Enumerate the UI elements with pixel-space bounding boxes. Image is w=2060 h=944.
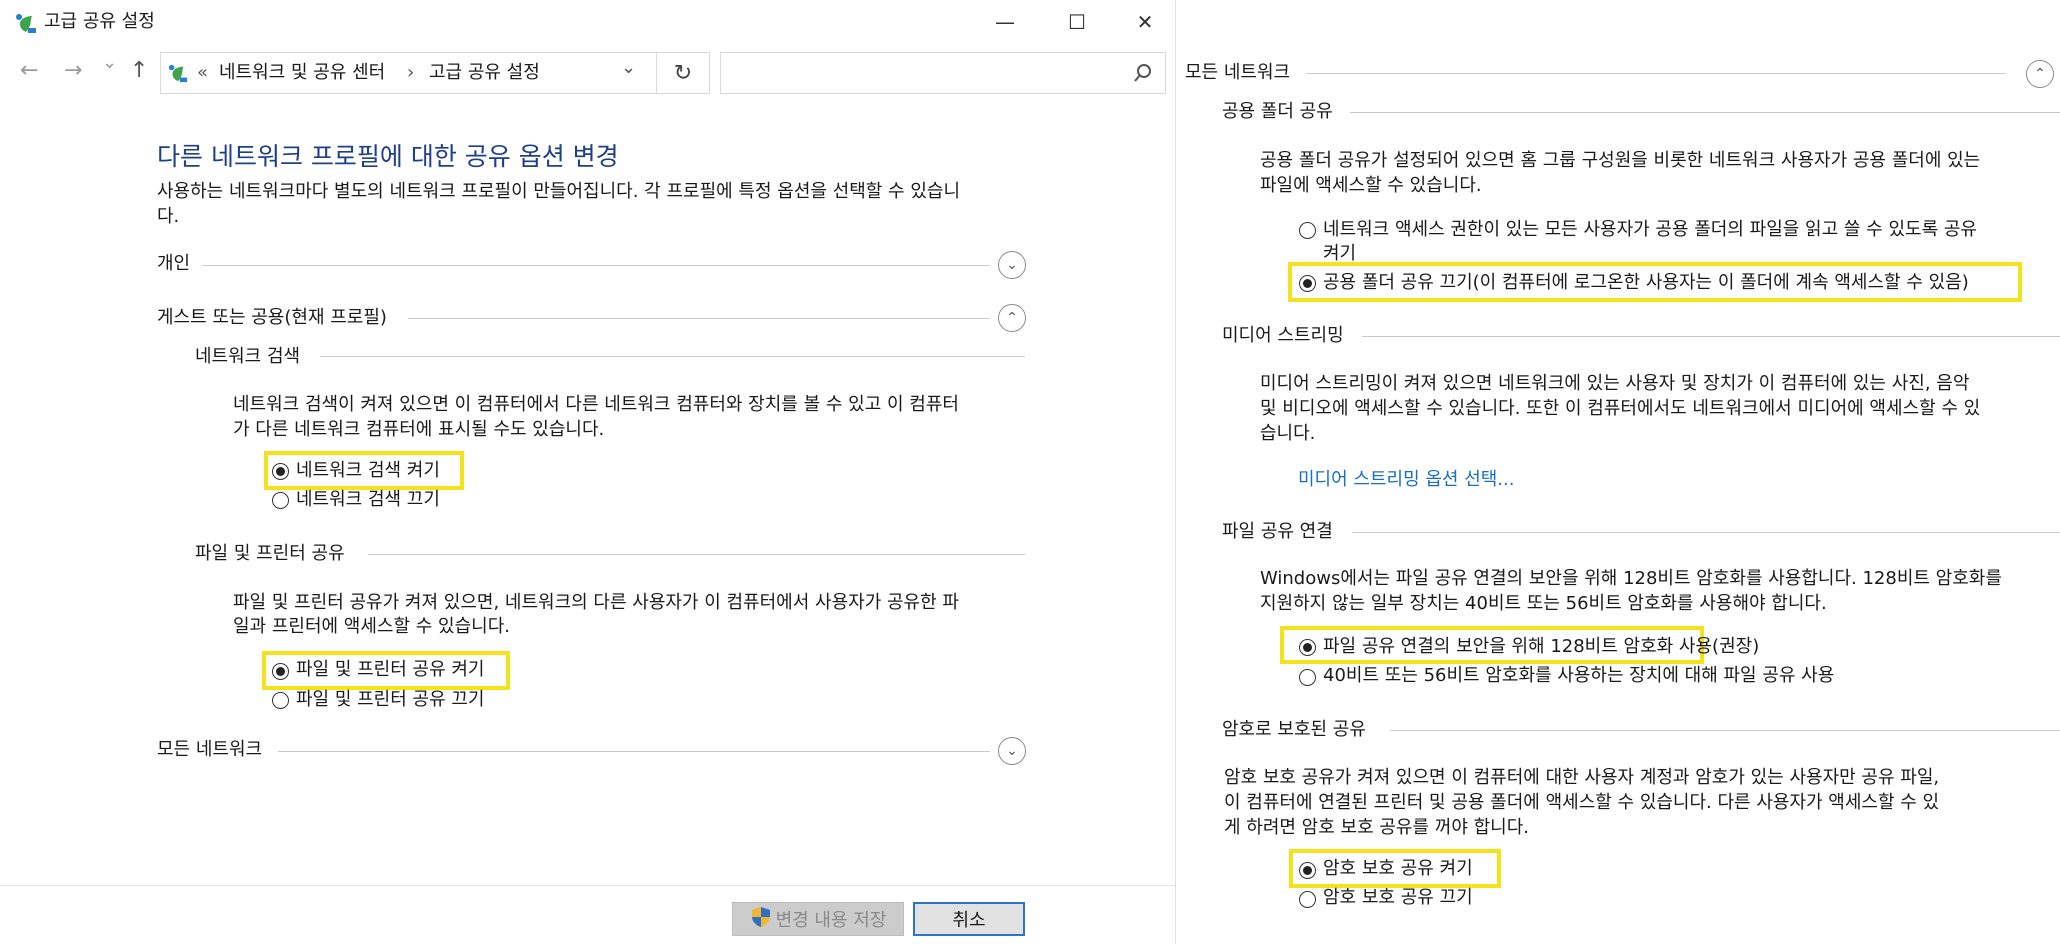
media-streaming-desc2: 및 비디오에 액세스할 수 있습니다. 또한 이 컴퓨터에서도 네트워크에서 미… — [1260, 398, 1981, 419]
address-bar[interactable]: « 네트워크 및 공유 센터 › 고급 공유 설정 ⌄ — [160, 52, 710, 94]
network-discovery-divider — [320, 356, 1025, 357]
encryption-128-radio[interactable] — [1299, 639, 1316, 656]
public-folder-off-label[interactable]: 공용 폴더 공유 끄기(이 컴퓨터에 로그온한 사용자는 이 폴더에 계속 액세… — [1323, 272, 1969, 294]
search-input[interactable] — [720, 52, 1166, 94]
forward-arrow-icon[interactable]: → — [64, 58, 82, 83]
password-sharing-on-radio[interactable] — [1299, 862, 1316, 879]
password-sharing-divider — [1390, 730, 2060, 731]
file-sharing-connections-divider — [1352, 532, 2060, 533]
network-app-icon — [14, 12, 38, 34]
breadcrumb-separator: › — [407, 62, 415, 83]
refresh-icon[interactable]: ↻ — [656, 52, 710, 94]
close-button[interactable]: ✕ — [1115, 0, 1175, 44]
all-networks-divider — [1306, 73, 2006, 74]
private-profile-label[interactable]: 개인 — [157, 253, 190, 275]
password-sharing-off-radio[interactable] — [1299, 891, 1316, 908]
guest-profile-divider — [408, 318, 990, 319]
recent-locations-chevron-icon[interactable]: ⌄ — [102, 52, 117, 73]
address-dropdown-icon[interactable]: ⌄ — [621, 57, 636, 79]
file-printer-sharing-divider — [368, 554, 1025, 555]
expand-chevron-icon[interactable]: ⌄ — [998, 251, 1026, 279]
password-sharing-on-label[interactable]: 암호 보호 공유 켜기 — [1323, 858, 1473, 880]
breadcrumb-advanced-sharing[interactable]: 고급 공유 설정 — [429, 62, 540, 84]
collapse-chevron-icon[interactable]: ⌃ — [998, 304, 1026, 332]
password-sharing-off-label[interactable]: 암호 보호 공유 끄기 — [1323, 887, 1473, 909]
encryption-40-56-label[interactable]: 40비트 또는 56비트 암호화를 사용하는 장치에 대해 파일 공유 사용 — [1323, 665, 1834, 687]
advanced-sharing-window: 고급 공유 설정 — ☐ ✕ ← → ⌄ ↑ « 네트워크 및 공유 센터 › … — [0, 0, 1176, 944]
password-sharing-desc1: 암호 보호 공유가 켜져 있으면 이 컴퓨터에 대한 사용자 계정과 암호가 있… — [1224, 767, 1940, 788]
public-folder-sharing-divider — [1350, 112, 2060, 113]
maximize-button[interactable]: ☐ — [1047, 0, 1107, 44]
network-discovery-on-label[interactable]: 네트워크 검색 켜기 — [296, 460, 440, 482]
media-streaming-title: 미디어 스트리밍 — [1222, 325, 1344, 346]
cancel-button[interactable]: 취소 — [913, 902, 1025, 936]
media-streaming-desc1: 미디어 스트리밍이 켜져 있으면 네트워크에 있는 사용자 및 장치가 이 컴퓨… — [1260, 373, 1970, 394]
media-streaming-divider — [1362, 336, 2060, 337]
file-printer-sharing-off-radio[interactable] — [272, 692, 289, 709]
expand-chevron-icon[interactable]: ⌄ — [998, 737, 1026, 765]
breadcrumb-network-center[interactable]: 네트워크 및 공유 센터 — [219, 62, 385, 84]
password-sharing-desc2: 이 컴퓨터에 연결된 프린터 및 공용 폴더에 액세스할 수 있습니다. 다른 … — [1224, 792, 1940, 813]
all-networks-label[interactable]: 모든 네트워크 — [157, 739, 262, 761]
public-folder-on-label1[interactable]: 네트워크 액세스 권한이 있는 모든 사용자가 공용 폴더의 파일을 읽고 쓸 … — [1323, 219, 1977, 241]
password-sharing-title: 암호로 보호된 공유 — [1222, 719, 1366, 740]
scrolled-settings-panel: 모든 네트워크 ⌃ 공용 폴더 공유 공용 폴더 공유가 설정되어 있으면 홈 … — [1176, 0, 2060, 944]
intro-text-line1: 사용하는 네트워크마다 별도의 네트워크 프로필이 만들어집니다. 각 프로필에… — [157, 181, 961, 202]
page-title: 다른 네트워크 프로필에 대한 공유 옵션 변경 — [157, 142, 619, 171]
file-printer-sharing-desc2: 일과 프린터에 액세스할 수 있습니다. — [233, 616, 511, 637]
all-networks-divider — [278, 751, 990, 752]
file-sharing-connections-title: 파일 공유 연결 — [1222, 521, 1333, 542]
file-printer-sharing-desc1: 파일 및 프린터 공유가 켜져 있으면, 네트워크의 다른 사용자가 이 컴퓨터… — [233, 592, 959, 613]
file-sharing-connections-desc2: 지원하지 않는 일부 장치는 40비트 또는 56비트 암호화를 사용해야 합니… — [1260, 593, 1827, 614]
search-icon[interactable] — [1133, 63, 1153, 87]
back-arrow-icon[interactable]: ← — [20, 58, 38, 83]
public-folder-on-radio[interactable] — [1299, 222, 1316, 239]
file-printer-sharing-on-label[interactable]: 파일 및 프린터 공유 켜기 — [296, 659, 485, 681]
public-folder-desc1: 공용 폴더 공유가 설정되어 있으면 홈 그룹 구성원을 비롯한 네트워크 사용… — [1260, 150, 1981, 171]
breadcrumb-overflow[interactable]: « — [197, 62, 208, 84]
private-profile-divider — [202, 265, 990, 266]
network-discovery-desc2: 가 다른 네트워크 컴퓨터에 표시될 수도 있습니다. — [233, 419, 605, 440]
encryption-128-label[interactable]: 파일 공유 연결의 보안을 위해 128비트 암호화 사용(권장) — [1323, 636, 1759, 658]
public-folder-desc2: 파일에 액세스할 수 있습니다. — [1260, 175, 1482, 196]
minimize-button[interactable]: — — [975, 0, 1035, 44]
password-sharing-desc3: 게 하려면 암호 보호 공유를 꺼야 합니다. — [1224, 817, 1530, 838]
collapse-chevron-icon[interactable]: ⌃ — [2026, 60, 2054, 88]
network-discovery-off-label[interactable]: 네트워크 검색 끄기 — [296, 489, 440, 511]
file-sharing-connections-desc1: Windows에서는 파일 공유 연결의 보안을 위해 128비트 암호화를 사… — [1260, 568, 2002, 589]
all-networks-label[interactable]: 모든 네트워크 — [1185, 62, 1290, 84]
intro-text-line2: 다. — [157, 206, 180, 227]
guest-profile-label[interactable]: 게스트 또는 공용(현재 프로필) — [157, 307, 387, 329]
cancel-label: 취소 — [952, 910, 986, 931]
bottom-divider — [0, 885, 1175, 886]
file-printer-sharing-on-radio[interactable] — [272, 663, 289, 680]
save-changes-button[interactable]: 변경 내용 저장 — [732, 902, 904, 936]
window-title: 고급 공유 설정 — [44, 11, 155, 32]
file-printer-sharing-off-label[interactable]: 파일 및 프린터 공유 끄기 — [296, 689, 485, 711]
public-folder-sharing-title: 공용 폴더 공유 — [1222, 101, 1333, 122]
network-discovery-desc1: 네트워크 검색이 켜져 있으면 이 컴퓨터에서 다른 네트워크 컴퓨터와 장치를… — [233, 394, 959, 415]
network-discovery-on-radio[interactable] — [272, 463, 289, 480]
network-location-icon — [167, 63, 189, 83]
public-folder-off-radio[interactable] — [1299, 275, 1316, 292]
encryption-40-56-radio[interactable] — [1299, 669, 1316, 686]
uac-shield-icon — [750, 906, 772, 933]
save-changes-label: 변경 내용 저장 — [775, 910, 887, 931]
up-arrow-icon[interactable]: ↑ — [130, 58, 148, 83]
network-discovery-off-radio[interactable] — [272, 492, 289, 509]
media-streaming-desc3: 습니다. — [1260, 423, 1316, 444]
file-printer-sharing-title: 파일 및 프린터 공유 — [195, 543, 345, 564]
network-discovery-title: 네트워크 검색 — [195, 346, 301, 367]
media-streaming-options-link[interactable]: 미디어 스트리밍 옵션 선택... — [1298, 469, 1515, 491]
